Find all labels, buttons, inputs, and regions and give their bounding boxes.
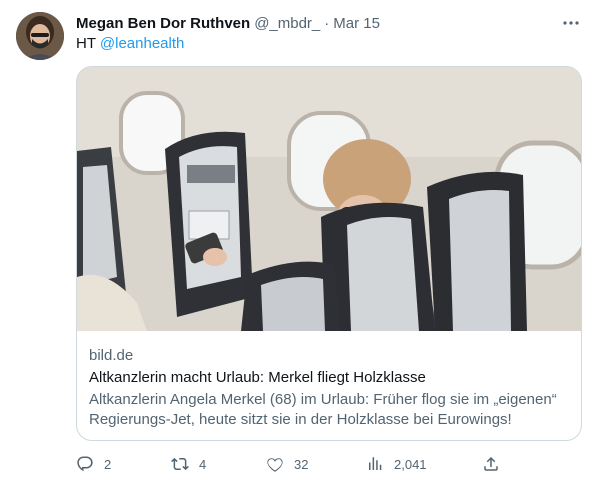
reply-count: 2 [104, 456, 112, 472]
mention-link[interactable]: @leanhealth [100, 35, 184, 52]
card-description: Altkanzlerin Angela Merkel (68) im Urlau… [89, 391, 557, 428]
tweet-text-prefix: HT [76, 35, 100, 52]
card-meta: bild.de Altkanzlerin macht Urlaub: Merke… [89, 346, 569, 430]
tweet-text: HT @leanhealth [76, 35, 184, 52]
separator-dot: · [324, 14, 330, 32]
card-title: Altkanzlerin macht Urlaub: Merkel fliegt… [89, 369, 426, 386]
share-button[interactable] [482, 452, 500, 476]
link-card[interactable]: bild.de Altkanzlerin macht Urlaub: Merke… [76, 66, 582, 441]
tweet-actions: 2 4 32 2,041 [76, 452, 506, 476]
user-handle[interactable]: @_mbdr_ [254, 15, 320, 32]
tweet-timestamp[interactable]: Mar 15 [333, 15, 380, 32]
more-icon[interactable] [560, 12, 582, 34]
like-button[interactable]: 32 [266, 452, 308, 476]
reply-icon [77, 456, 93, 472]
like-count: 32 [294, 456, 309, 472]
avatar[interactable] [16, 12, 64, 60]
retweet-button[interactable]: 4 [171, 452, 206, 476]
views-button[interactable]: 2,041 [366, 452, 427, 476]
retweet-count: 4 [199, 456, 207, 472]
card-image [77, 67, 581, 331]
reply-button[interactable]: 2 [76, 452, 111, 476]
tweet-header: Megan Ben Dor Ruthven @_mbdr_ · Mar 15 [76, 12, 582, 34]
share-icon [484, 456, 498, 471]
views-icon [369, 457, 382, 470]
card-domain: bild.de [89, 347, 134, 364]
like-icon [267, 458, 283, 472]
views-count: 2,041 [394, 456, 427, 472]
display-name[interactable]: Megan Ben Dor Ruthven [76, 15, 250, 32]
retweet-icon [171, 457, 189, 471]
